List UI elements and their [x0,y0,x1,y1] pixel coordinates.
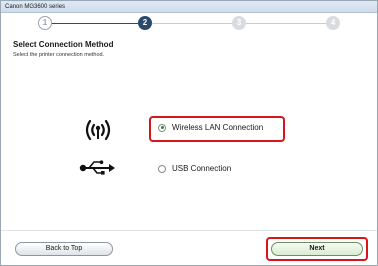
wireless-highlight-box [149,116,285,142]
usb-option[interactable]: USB Connection [158,164,231,173]
usb-label: USB Connection [172,164,232,173]
step-connector [246,23,326,24]
wifi-icon [85,119,111,141]
usb-icon [79,160,115,175]
next-highlight-box [266,237,368,261]
step-4: 4 [326,16,340,30]
step-connector [52,23,138,24]
page-title: Select Connection Method [13,40,114,49]
page-subtitle: Select the printer connection method. [13,52,105,58]
window-title: Canon MG3600 series [1,1,377,13]
back-to-top-button[interactable]: Back to Top [15,242,113,256]
step-2: 2 [138,16,152,30]
installer-window: Canon MG3600 series 1 2 3 4 Select Conne… [0,0,378,266]
footer-divider [1,230,377,231]
usb-radio[interactable] [158,164,166,173]
step-connector [152,23,232,24]
step-1: 1 [38,16,52,30]
step-indicator: 1 2 3 4 [1,13,377,35]
step-3: 3 [232,16,246,30]
